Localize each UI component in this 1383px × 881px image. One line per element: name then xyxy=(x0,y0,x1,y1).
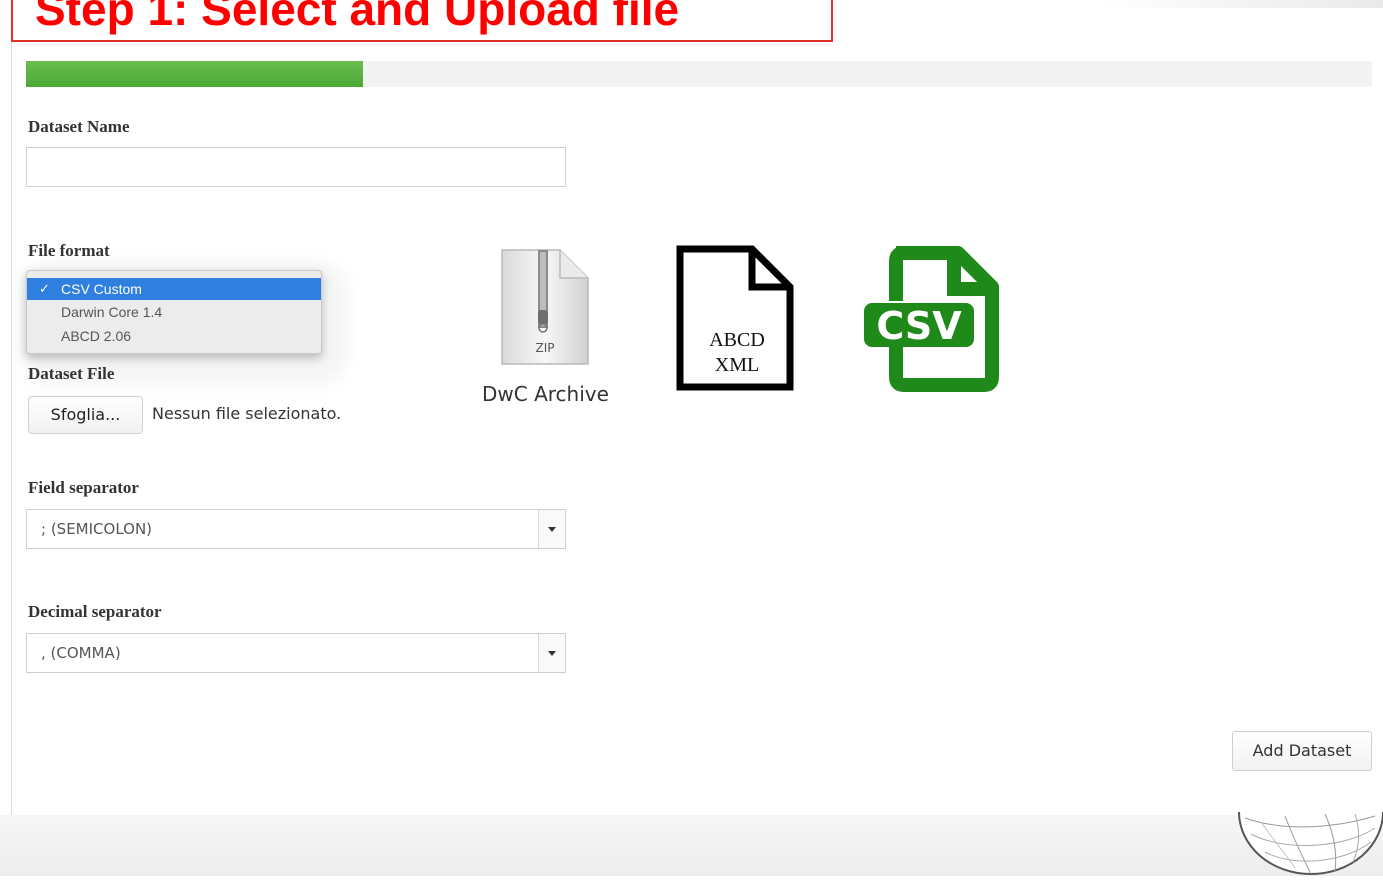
abcd-icon-label: ABCD XML xyxy=(676,328,798,378)
field-separator-value: ; (SEMICOLON) xyxy=(41,520,153,538)
dataset-name-label: Dataset Name xyxy=(28,117,130,136)
progress-fill xyxy=(26,61,363,87)
dwc-archive-caption: DwC Archive xyxy=(482,382,609,406)
decimal-separator-value: , (COMMA) xyxy=(41,644,121,662)
step-title-box: Step 1: Select and Upload file xyxy=(11,0,833,42)
top-right-fade xyxy=(1100,0,1383,8)
decimal-separator-select[interactable]: , (COMMA) xyxy=(26,633,566,673)
abcd-icon-line2: XML xyxy=(714,354,760,376)
zip-badge: ZIP xyxy=(536,341,555,355)
chevron-down-icon[interactable] xyxy=(538,634,565,672)
abcd-icon-line1: ABCD xyxy=(709,329,765,351)
browse-file-button[interactable]: Sfoglia... xyxy=(28,396,143,434)
file-format-option[interactable]: ABCD 2.06 xyxy=(27,325,321,347)
file-format-option-label: CSV Custom xyxy=(61,281,142,297)
file-format-option[interactable]: Darwin Core 1.4 xyxy=(27,301,321,323)
file-status-text: Nessun file selezionato. xyxy=(152,404,342,423)
progress-bar xyxy=(26,61,1372,87)
file-format-option-label: ABCD 2.06 xyxy=(61,328,132,344)
add-dataset-button[interactable]: Add Dataset xyxy=(1232,731,1372,771)
file-format-option[interactable]: ✓ CSV Custom xyxy=(27,278,321,300)
decimal-separator-label: Decimal separator xyxy=(28,602,162,621)
chevron-down-icon[interactable] xyxy=(538,510,565,548)
csv-badge: CSV xyxy=(876,304,962,348)
field-separator-label: Field separator xyxy=(28,478,139,497)
checkmark-icon: ✓ xyxy=(39,281,50,296)
zip-archive-icon: ZIP xyxy=(498,248,590,373)
page-title: Step 1: Select and Upload file xyxy=(35,0,680,35)
field-separator-select[interactable]: ; (SEMICOLON) xyxy=(26,509,566,549)
dataset-name-input[interactable] xyxy=(26,147,566,187)
csv-file-icon: CSV xyxy=(862,245,1002,398)
form-left-border xyxy=(11,42,12,815)
file-format-option-label: Darwin Core 1.4 xyxy=(61,304,163,320)
file-format-label: File format xyxy=(28,241,110,260)
globe-logo-icon xyxy=(1225,812,1383,881)
footer-band xyxy=(0,815,1383,876)
dataset-file-label: Dataset File xyxy=(28,364,115,383)
file-format-dropdown[interactable]: ✓ CSV Custom Darwin Core 1.4 ABCD 2.06 xyxy=(26,270,322,354)
